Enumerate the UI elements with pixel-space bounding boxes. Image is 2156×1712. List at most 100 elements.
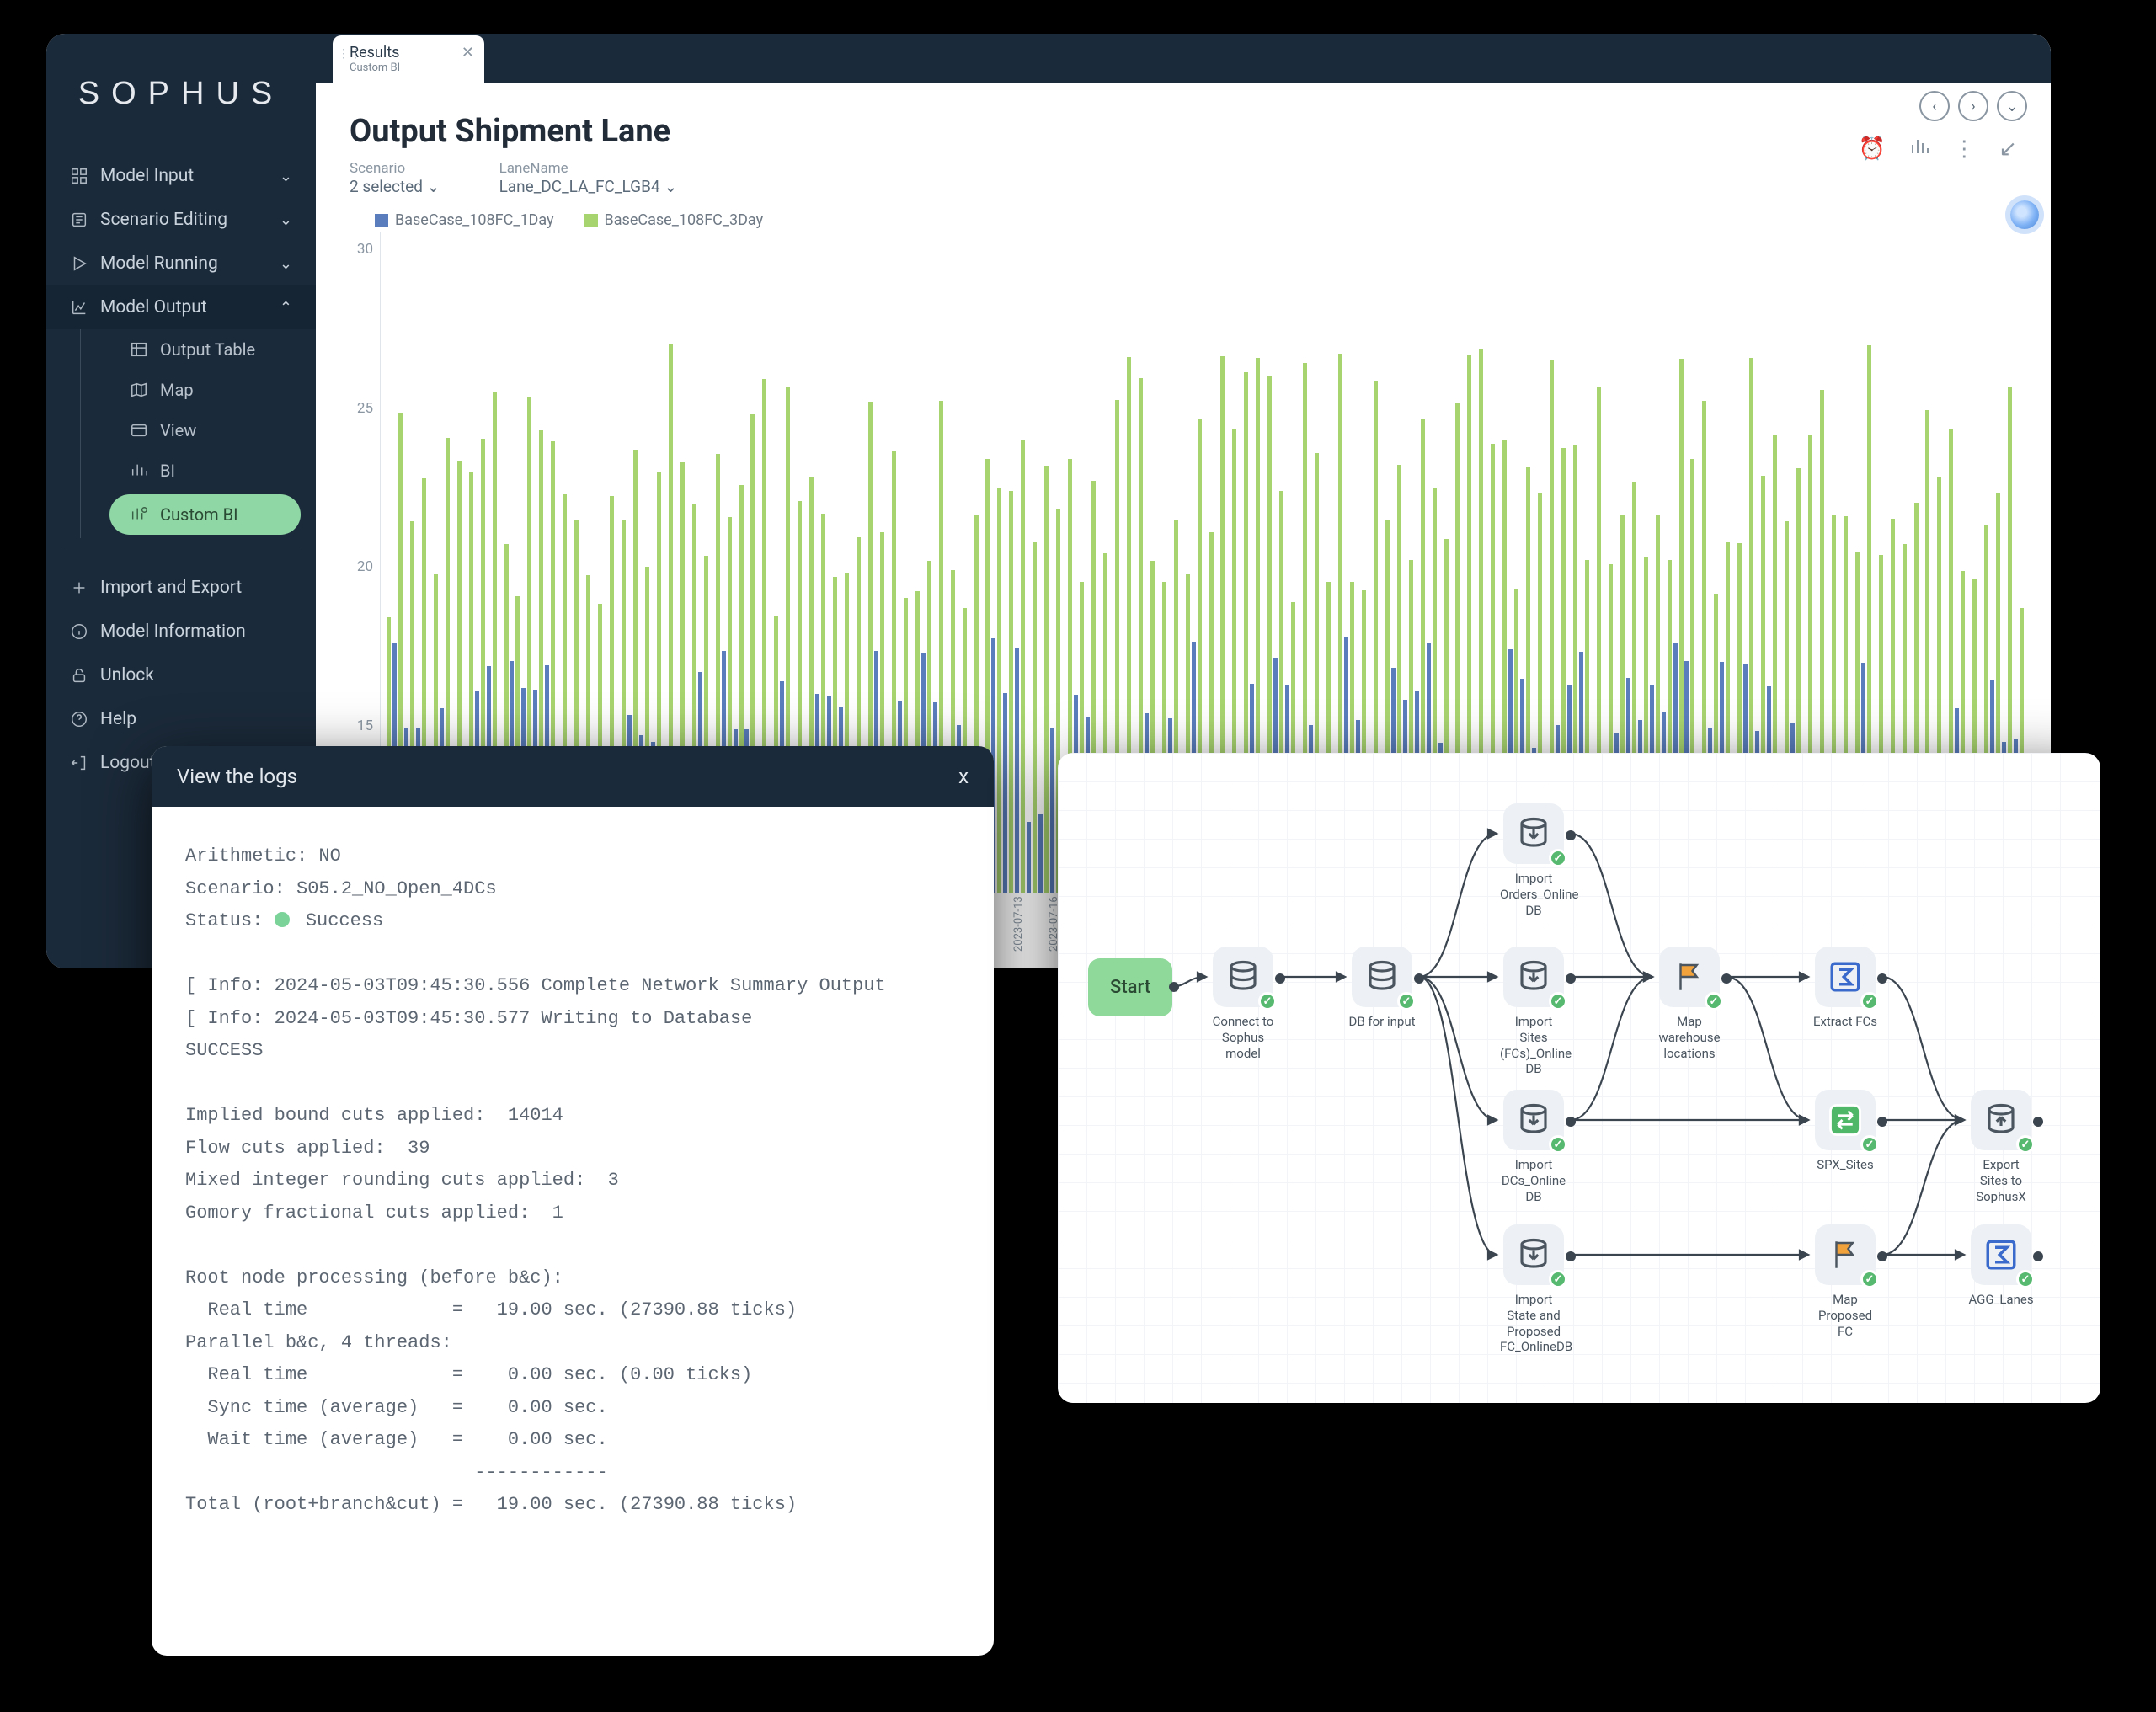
workflow-start-node[interactable]: Start bbox=[1088, 958, 1172, 1016]
play-icon bbox=[70, 254, 88, 273]
barchart-icon[interactable] bbox=[1909, 136, 1929, 163]
workflow-node-box: ✓ bbox=[1971, 1090, 2031, 1150]
workflow-node-extract[interactable]: ✓Extract FCs bbox=[1812, 947, 1879, 1030]
subnav-label: View bbox=[160, 420, 196, 440]
tab-bar: ⋮⋮ Results Custom BI ✕ bbox=[316, 34, 2051, 83]
logs-body[interactable]: Arithmetic: NO Scenario: S05.2_NO_Open_4… bbox=[152, 807, 994, 1555]
logs-title: View the logs bbox=[177, 765, 297, 788]
chart-legend: BaseCase_108FC_1Day BaseCase_108FC_3Day bbox=[316, 205, 2051, 232]
check-icon: ✓ bbox=[1397, 992, 1416, 1011]
workflow-node-orders[interactable]: ✓ Import Orders_Online DB bbox=[1500, 803, 1567, 918]
nav-scenario-editing[interactable]: Scenario Editing ⌄ bbox=[46, 198, 316, 242]
nav-label: Scenario Editing bbox=[100, 210, 227, 230]
check-icon: ✓ bbox=[1549, 1135, 1567, 1154]
logs-panel: View the logs x Arithmetic: NO Scenario:… bbox=[152, 746, 994, 1656]
tab-results[interactable]: ⋮⋮ Results Custom BI ✕ bbox=[333, 35, 484, 83]
workflow-port[interactable] bbox=[1877, 973, 1887, 984]
subnav-label: BI bbox=[160, 461, 175, 481]
workflow-node-box: ✓ bbox=[1815, 947, 1876, 1007]
check-icon: ✓ bbox=[1860, 1270, 1879, 1288]
custom-bi-icon bbox=[130, 505, 148, 524]
legend-item[interactable]: BaseCase_108FC_1Day bbox=[375, 211, 554, 229]
drag-handle-icon[interactable]: ⋮⋮ bbox=[338, 47, 361, 61]
filter-scenario[interactable]: Scenario 2 selected ⌄ bbox=[350, 160, 440, 196]
nav-model-running[interactable]: Model Running ⌄ bbox=[46, 242, 316, 285]
check-icon: ✓ bbox=[1549, 849, 1567, 867]
workflow-port[interactable] bbox=[1721, 973, 1732, 984]
workflow-node-label: Connect to Sophus model bbox=[1209, 1014, 1277, 1061]
nav-model-input[interactable]: Model Input ⌄ bbox=[46, 154, 316, 198]
nav-label: Help bbox=[100, 709, 136, 729]
subnav-label: Output Table bbox=[160, 339, 255, 360]
tab-title: Results bbox=[350, 44, 442, 61]
map-icon bbox=[130, 381, 148, 399]
workflow-port[interactable] bbox=[1877, 1251, 1887, 1261]
legend-item[interactable]: BaseCase_108FC_3Day bbox=[584, 211, 764, 229]
workflow-node-agg[interactable]: ✓AGG_Lanes bbox=[1967, 1224, 2035, 1308]
subnav-view[interactable]: View bbox=[81, 410, 316, 451]
close-icon[interactable]: x bbox=[958, 765, 969, 788]
workflow-node-box: ✓ bbox=[1503, 803, 1564, 864]
check-icon: ✓ bbox=[1860, 1135, 1879, 1154]
workflow-node-mapprop[interactable]: ✓ Map Proposed FC bbox=[1812, 1224, 1879, 1339]
workflow-port[interactable] bbox=[1169, 982, 1179, 992]
workflow-node-label: Import Orders_Online DB bbox=[1500, 871, 1567, 918]
subnav-map[interactable]: Map bbox=[81, 370, 316, 410]
subnav-custom-bi[interactable]: Custom BI bbox=[109, 494, 301, 535]
check-icon: ✓ bbox=[1705, 992, 1723, 1011]
view-icon bbox=[130, 421, 148, 440]
workflow-port[interactable] bbox=[1275, 973, 1285, 984]
nav-forward-button[interactable]: › bbox=[1958, 91, 1988, 121]
legend-label: BaseCase_108FC_3Day bbox=[605, 211, 764, 229]
workflow-node-export[interactable]: ✓Export Sites to SophusX bbox=[1967, 1090, 2035, 1204]
workflow-node-label: DB for input bbox=[1348, 1014, 1416, 1030]
workflow-port[interactable] bbox=[2033, 1251, 2043, 1261]
workflow-node-dbinput[interactable]: ✓ DB for input bbox=[1348, 947, 1416, 1030]
workflow-panel[interactable]: Start ✓ Connect to Sophus model ✓ DB for in… bbox=[1058, 753, 2100, 1403]
nav-back-button[interactable]: ‹ bbox=[1919, 91, 1950, 121]
workflow-node-label: Map warehouse locations bbox=[1656, 1014, 1723, 1061]
workflow-node-box: ✓ bbox=[1213, 947, 1273, 1007]
workflow-node-spx[interactable]: ✓SPX_Sites bbox=[1812, 1090, 1879, 1173]
nav-help[interactable]: Help bbox=[46, 697, 316, 741]
filter-label: LaneName bbox=[499, 160, 678, 177]
workflow-port[interactable] bbox=[2033, 1117, 2043, 1127]
workflow-port[interactable] bbox=[1414, 973, 1424, 984]
collapse-icon[interactable]: ↙ bbox=[1999, 136, 2017, 163]
workflow-node-box: ✓ bbox=[1503, 1224, 1564, 1285]
nav-import-export[interactable]: Import and Export bbox=[46, 566, 316, 610]
workflow-node-dcs[interactable]: ✓Import DCs_Online DB bbox=[1500, 1090, 1567, 1204]
alarm-icon[interactable]: ⏰ bbox=[1859, 136, 1886, 163]
nav-model-info[interactable]: Model Information bbox=[46, 610, 316, 653]
workflow-node-box: ✓ bbox=[1352, 947, 1412, 1007]
nav-label: Model Output bbox=[100, 297, 207, 317]
subnav-output-table[interactable]: Output Table bbox=[81, 329, 316, 370]
nav-dropdown-button[interactable]: ⌄ bbox=[1997, 91, 2027, 121]
check-icon: ✓ bbox=[2016, 1135, 2035, 1154]
check-icon: ✓ bbox=[1258, 992, 1277, 1011]
workflow-node-mapwh[interactable]: ✓ Map warehouse locations bbox=[1656, 947, 1723, 1061]
workflow-port[interactable] bbox=[1566, 973, 1576, 984]
workflow-node-box: ✓ bbox=[1503, 1090, 1564, 1150]
workflow-port[interactable] bbox=[1877, 1117, 1887, 1127]
legend-swatch bbox=[375, 214, 388, 227]
filters: Scenario 2 selected ⌄ LaneName Lane_DC_L… bbox=[316, 160, 2051, 205]
brand-logo: SOPHUS bbox=[46, 51, 316, 154]
workflow-port[interactable] bbox=[1566, 1117, 1576, 1127]
check-icon: ✓ bbox=[2016, 1270, 2035, 1288]
workflow-port[interactable] bbox=[1566, 830, 1576, 840]
subnav-bi[interactable]: BI bbox=[81, 451, 316, 491]
filter-lanename[interactable]: LaneName Lane_DC_LA_FC_LGB4 ⌄ bbox=[499, 160, 678, 196]
workflow-node-sitesfc[interactable]: ✓Import Sites (FCs)_Online DB bbox=[1500, 947, 1567, 1077]
close-icon[interactable]: ✕ bbox=[462, 44, 474, 61]
chevron-down-icon: ⌄ bbox=[280, 255, 292, 273]
more-icon[interactable]: ⋮ bbox=[1953, 136, 1975, 163]
workflow-node-connect[interactable]: ✓ Connect to Sophus model bbox=[1209, 947, 1277, 1061]
workflow-port[interactable] bbox=[1566, 1251, 1576, 1261]
nav-model-output[interactable]: Model Output ⌃ bbox=[46, 285, 316, 329]
assistant-orb[interactable] bbox=[2010, 200, 2039, 229]
workflow-node-stateprop[interactable]: ✓Import State and Proposed FC_OnlineDB bbox=[1500, 1224, 1567, 1355]
workflow-node-label: Map Proposed FC bbox=[1812, 1292, 1879, 1339]
nav-label: Logout bbox=[100, 753, 156, 773]
nav-unlock[interactable]: Unlock bbox=[46, 653, 316, 697]
